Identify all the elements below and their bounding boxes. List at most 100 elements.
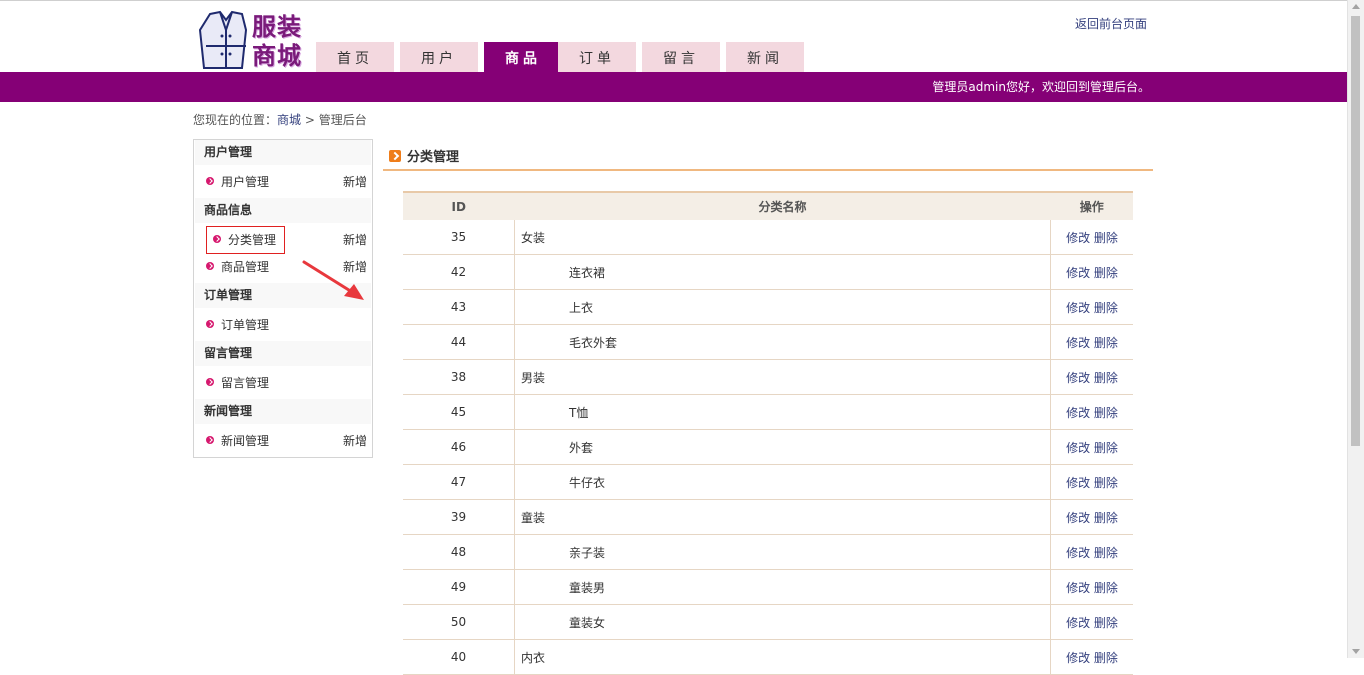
welcome-text: 管理员admin您好，欢迎回到管理后台。 bbox=[932, 80, 1150, 94]
category-name: 童装男 bbox=[514, 569, 1051, 605]
sidebar-add-link[interactable]: 新增 bbox=[343, 172, 367, 192]
sidebar-item-link[interactable]: 用户管理 bbox=[206, 172, 269, 192]
table-row: 43 上衣 修改 删除 bbox=[403, 289, 1133, 325]
sidebar-item-label: 订单管理 bbox=[221, 318, 270, 332]
delete-link[interactable]: 删除 bbox=[1094, 301, 1118, 315]
sidebar-item-link[interactable]: 新闻管理 bbox=[206, 431, 269, 451]
row-actions: 修改 删除 bbox=[1050, 534, 1133, 570]
category-id: 39 bbox=[403, 499, 515, 535]
category-id: 38 bbox=[403, 359, 515, 395]
category-name: 童装女 bbox=[514, 604, 1051, 640]
breadcrumb-prefix: 您现在的位置： bbox=[193, 113, 278, 127]
nav-tab[interactable]: 商品 bbox=[484, 42, 562, 72]
sidebar-item-link[interactable]: 分类管理 bbox=[205, 226, 286, 254]
delete-link[interactable]: 删除 bbox=[1094, 231, 1118, 245]
annotation-arrow-icon bbox=[302, 260, 364, 300]
column-header-name: 分类名称 bbox=[514, 191, 1051, 220]
edit-link[interactable]: 修改 bbox=[1066, 406, 1090, 420]
bullet-arrow-icon bbox=[213, 235, 221, 243]
delete-link[interactable]: 删除 bbox=[1094, 546, 1118, 560]
category-id: 48 bbox=[403, 534, 515, 570]
category-name: 女装 bbox=[514, 220, 1051, 255]
category-name: 男装 bbox=[514, 359, 1051, 395]
category-id: 47 bbox=[403, 464, 515, 500]
arrow-right-icon bbox=[389, 150, 401, 162]
sidebar-item-link[interactable]: 商品管理 bbox=[206, 257, 269, 277]
edit-link[interactable]: 修改 bbox=[1066, 511, 1090, 525]
row-actions: 修改 删除 bbox=[1050, 604, 1133, 640]
category-id: 44 bbox=[403, 324, 515, 360]
sidebar-group-title: 商品信息 bbox=[195, 198, 371, 223]
bullet-arrow-icon bbox=[206, 436, 214, 444]
row-actions: 修改 删除 bbox=[1050, 429, 1133, 465]
row-actions: 修改 删除 bbox=[1050, 464, 1133, 500]
delete-link[interactable]: 删除 bbox=[1094, 476, 1118, 490]
nav-tab[interactable]: 订单 bbox=[558, 42, 636, 72]
section-divider bbox=[383, 169, 1153, 171]
category-id: 40 bbox=[403, 639, 515, 675]
table-header-row: ID 分类名称 操作 bbox=[403, 191, 1133, 220]
delete-link[interactable]: 删除 bbox=[1094, 266, 1118, 280]
sidebar-item-link[interactable]: 订单管理 bbox=[206, 315, 269, 335]
table-row: 38 男装 修改 删除 bbox=[403, 359, 1133, 395]
window-top-border bbox=[0, 0, 1348, 1]
sidebar-group-title: 用户管理 bbox=[195, 140, 371, 165]
row-actions: 修改 删除 bbox=[1050, 499, 1133, 535]
edit-link[interactable]: 修改 bbox=[1066, 441, 1090, 455]
breadcrumb: 您现在的位置：商城 > 管理后台 bbox=[193, 111, 367, 128]
edit-link[interactable]: 修改 bbox=[1066, 476, 1090, 490]
nav-tab[interactable]: 首页 bbox=[316, 42, 394, 72]
nav-tab[interactable]: 新闻 bbox=[726, 42, 804, 72]
sidebar-item-label: 用户管理 bbox=[221, 175, 270, 189]
delete-link[interactable]: 删除 bbox=[1094, 511, 1118, 525]
nav-tab[interactable]: 留言 bbox=[642, 42, 720, 72]
bullet-arrow-icon bbox=[206, 262, 214, 270]
edit-link[interactable]: 修改 bbox=[1066, 231, 1090, 245]
category-id: 46 bbox=[403, 429, 515, 465]
table-row: 40 内衣 修改 删除 bbox=[403, 639, 1133, 675]
table-row: 50 童装女 修改 删除 bbox=[403, 604, 1133, 640]
table-row: 45 T恤 修改 删除 bbox=[403, 394, 1133, 430]
category-id: 42 bbox=[403, 254, 515, 290]
edit-link[interactable]: 修改 bbox=[1066, 336, 1090, 350]
scroll-down-icon[interactable] bbox=[1352, 649, 1360, 654]
table-row: 46 外套 修改 删除 bbox=[403, 429, 1133, 465]
edit-link[interactable]: 修改 bbox=[1066, 581, 1090, 595]
category-table: ID 分类名称 操作 35 女装 修改 删除 42 连衣裙 修改 删除 43 上衣 修改 删除 4… bbox=[403, 191, 1133, 675]
table-row: 48 亲子装 修改 删除 bbox=[403, 534, 1133, 570]
row-actions: 修改 删除 bbox=[1050, 639, 1133, 675]
vertical-scrollbar[interactable] bbox=[1347, 0, 1364, 658]
row-actions: 修改 删除 bbox=[1050, 220, 1133, 255]
edit-link[interactable]: 修改 bbox=[1066, 301, 1090, 315]
table-row: 42 连衣裙 修改 删除 bbox=[403, 254, 1133, 290]
category-id: 45 bbox=[403, 394, 515, 430]
table-row: 39 童装 修改 删除 bbox=[403, 499, 1133, 535]
delete-link[interactable]: 删除 bbox=[1094, 371, 1118, 385]
edit-link[interactable]: 修改 bbox=[1066, 371, 1090, 385]
sidebar-add-link[interactable]: 新增 bbox=[343, 431, 367, 451]
category-name: 毛衣外套 bbox=[514, 324, 1051, 360]
back-to-frontend-link[interactable]: 返回前台页面 bbox=[1075, 15, 1147, 32]
delete-link[interactable]: 删除 bbox=[1094, 441, 1118, 455]
bullet-arrow-icon bbox=[206, 378, 214, 386]
category-id: 49 bbox=[403, 569, 515, 605]
scroll-up-icon[interactable] bbox=[1352, 4, 1360, 9]
edit-link[interactable]: 修改 bbox=[1066, 616, 1090, 630]
delete-link[interactable]: 删除 bbox=[1094, 616, 1118, 630]
sidebar-item-label: 留言管理 bbox=[221, 376, 270, 390]
table-row: 47 牛仔衣 修改 删除 bbox=[403, 464, 1133, 500]
sidebar-item-label: 商品管理 bbox=[221, 260, 270, 274]
edit-link[interactable]: 修改 bbox=[1066, 546, 1090, 560]
sidebar-item-link[interactable]: 留言管理 bbox=[206, 373, 269, 393]
delete-link[interactable]: 删除 bbox=[1094, 581, 1118, 595]
edit-link[interactable]: 修改 bbox=[1066, 266, 1090, 280]
nav-tab[interactable]: 用户 bbox=[400, 42, 478, 72]
scrollbar-thumb[interactable] bbox=[1351, 16, 1360, 446]
breadcrumb-home-link[interactable]: 商城 bbox=[277, 113, 301, 127]
welcome-bar: 管理员admin您好，欢迎回到管理后台。 bbox=[0, 72, 1348, 102]
row-actions: 修改 删除 bbox=[1050, 324, 1133, 360]
delete-link[interactable]: 删除 bbox=[1094, 406, 1118, 420]
sidebar-add-link[interactable]: 新增 bbox=[343, 230, 367, 250]
delete-link[interactable]: 删除 bbox=[1094, 336, 1118, 350]
category-id: 35 bbox=[403, 220, 515, 255]
